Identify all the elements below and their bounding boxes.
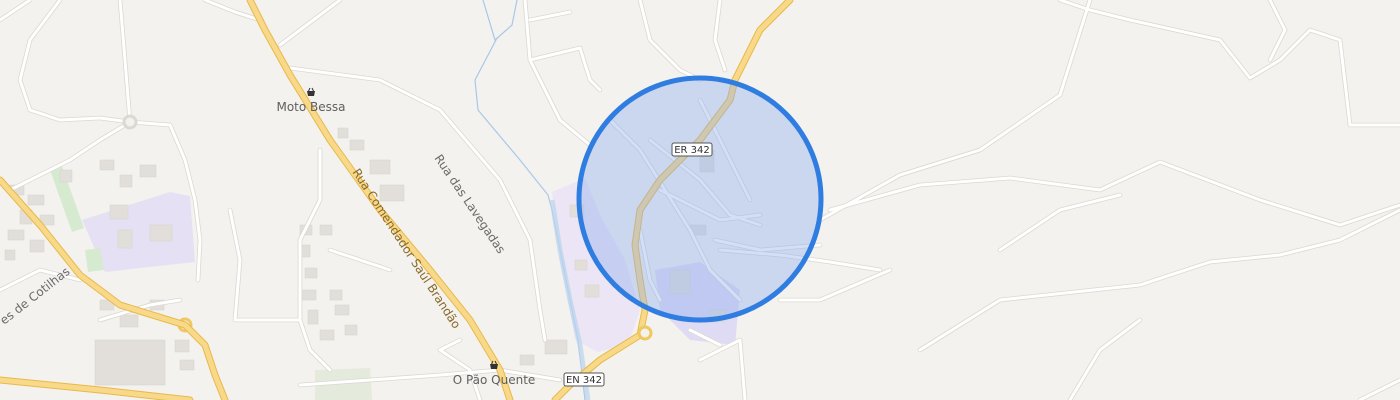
poi-label-moto-bessa: Moto Bessa — [276, 100, 345, 114]
route-shield-er342-label: ER 342 — [674, 145, 710, 156]
poi-moto-bessa[interactable]: Moto Bessa — [276, 87, 346, 114]
street-label-lavegadas: Rua das Lavegadas — [432, 152, 509, 256]
roundabout — [122, 114, 138, 130]
location-accuracy-circle — [576, 75, 824, 323]
route-shield-en342-label: EN 342 — [566, 375, 602, 386]
roundabout — [637, 325, 653, 341]
poi-label-pao-quente: O Pão Quente — [453, 373, 536, 387]
route-shield-er342: ER 342 — [671, 142, 713, 157]
route-shield-en342: EN 342 — [563, 372, 605, 387]
map-view[interactable]: Rua Comendador Saúl Brandão Rua das Lave… — [0, 0, 1400, 400]
street-label-comendador: Rua Comendador Saúl Brandão — [349, 166, 463, 331]
map-canvas[interactable]: Rua Comendador Saúl Brandão Rua das Lave… — [0, 0, 1400, 400]
shopping-basket-icon — [307, 87, 315, 96]
